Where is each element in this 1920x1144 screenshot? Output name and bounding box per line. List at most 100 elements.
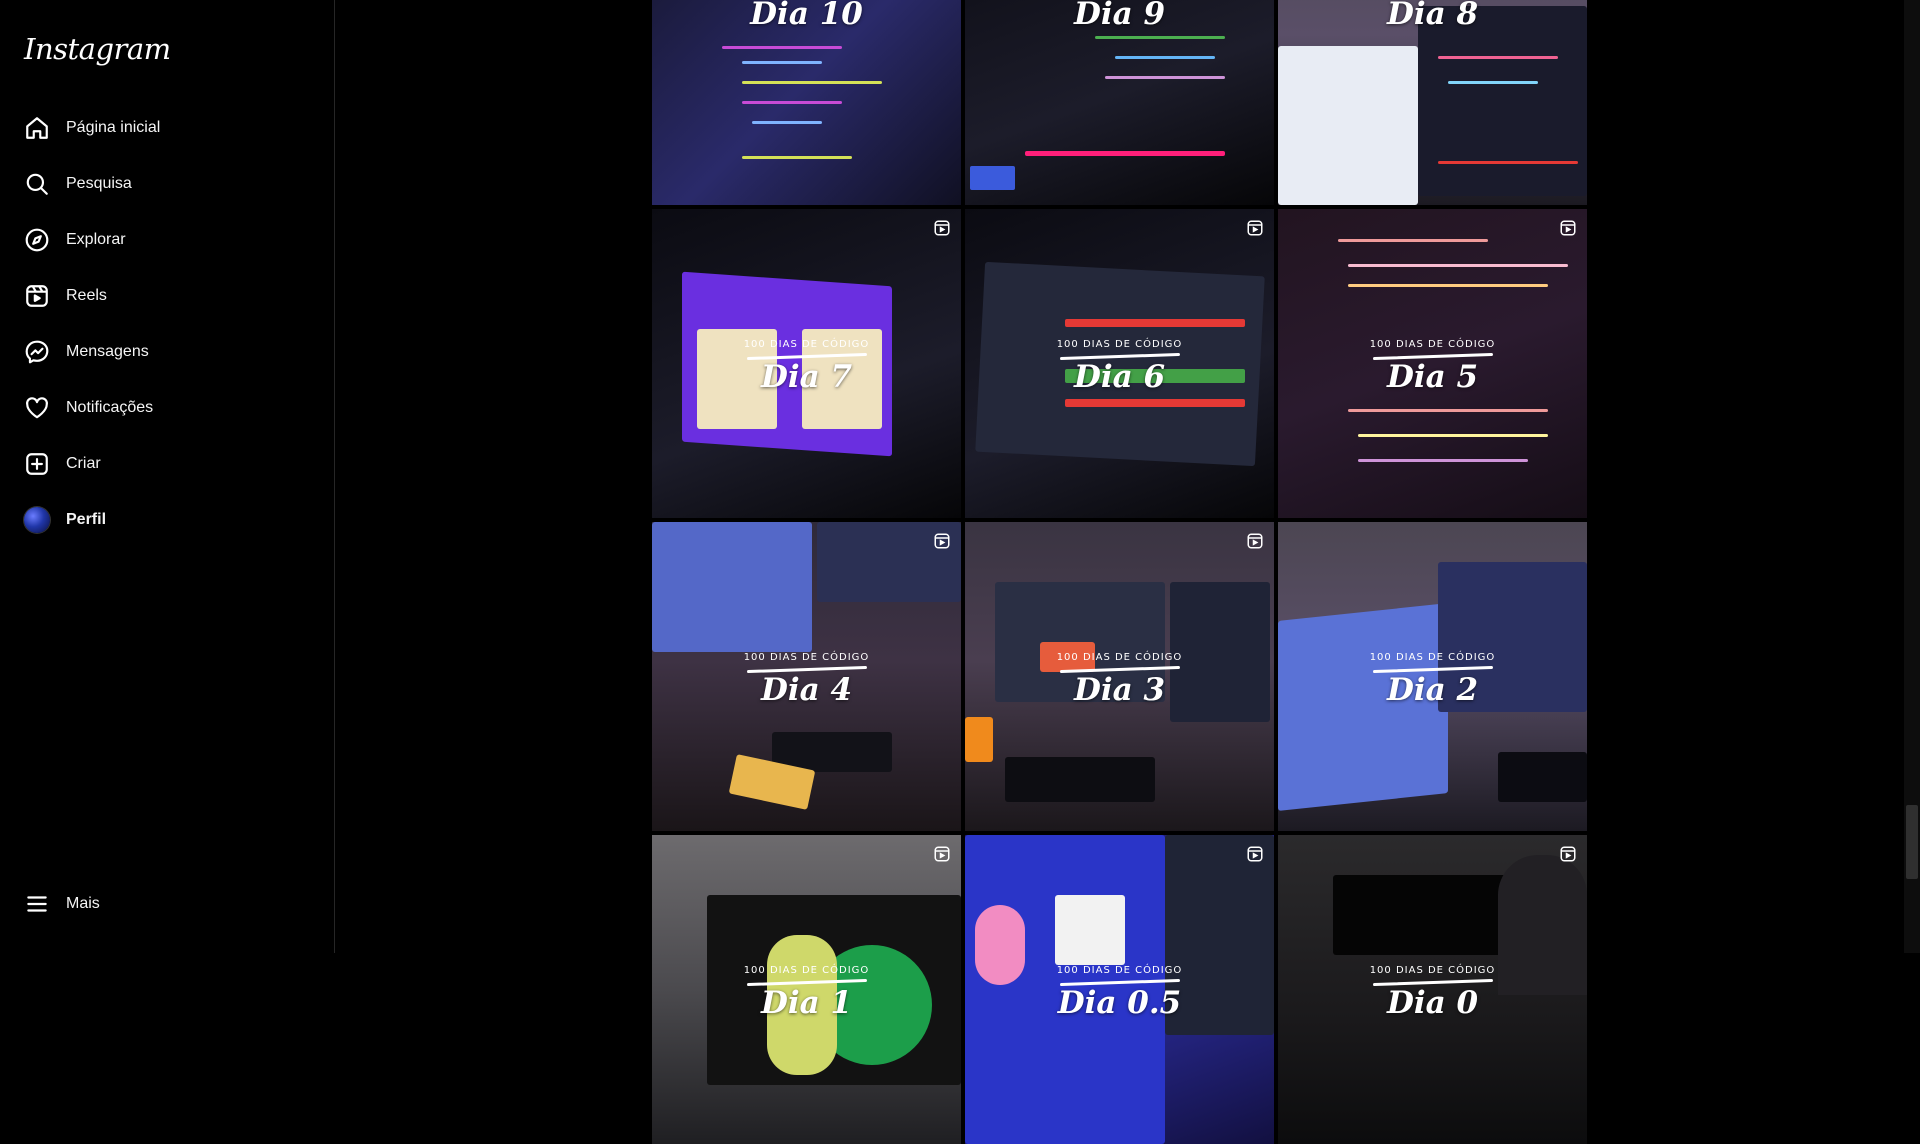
- sidebar-item-label: Reels: [66, 287, 107, 304]
- post-day-title: Dia 4: [760, 672, 853, 708]
- reels-icon: [24, 283, 50, 309]
- post-tile[interactable]: 100 DIAS DE CÓDIGO Dia 4: [652, 522, 961, 831]
- home-icon: [24, 115, 50, 141]
- keyboard-shape: [1498, 752, 1587, 802]
- post-day-title: Dia 9: [1073, 0, 1166, 32]
- code-line: [742, 61, 822, 64]
- code-line: [1438, 161, 1578, 164]
- sidebar-item-search[interactable]: Pesquisa: [12, 160, 312, 208]
- screen-panel: [1418, 6, 1587, 196]
- profile-avatar-wrap: [24, 507, 50, 533]
- code-line: [970, 166, 1015, 190]
- code-line: [1348, 284, 1548, 287]
- post-day-title: Dia 0.5: [1057, 985, 1182, 1021]
- avatar: [24, 507, 50, 533]
- sidebar-item-profile[interactable]: Perfil: [12, 496, 312, 544]
- reel-icon: [934, 220, 950, 236]
- code-line: [1065, 399, 1245, 407]
- sidebar-item-label: Explorar: [66, 231, 126, 248]
- post-tile[interactable]: 100 DIAS DE CÓDIGO Dia 2: [1278, 522, 1587, 831]
- code-line: [1065, 319, 1245, 327]
- post-day-title: Dia 1: [760, 985, 853, 1021]
- code-line: [742, 81, 882, 84]
- sidebar-item-more[interactable]: Mais: [12, 880, 312, 928]
- screen-panel: [652, 522, 812, 652]
- mug-shape: [965, 717, 993, 762]
- code-line: [1348, 409, 1548, 412]
- sidebar-item-notifications[interactable]: Notificações: [12, 384, 312, 432]
- code-line: [1348, 264, 1568, 267]
- code-line: [1338, 239, 1488, 242]
- post-day-title: Dia 7: [760, 359, 853, 395]
- sidebar-item-explore[interactable]: Explorar: [12, 216, 312, 264]
- post-overline: 100 DIAS DE CÓDIGO: [1056, 652, 1183, 663]
- code-line: [1358, 459, 1528, 462]
- post-tile[interactable]: Dia 9: [965, 0, 1274, 205]
- sidebar-item-label: Criar: [66, 455, 101, 472]
- scrollbar-thumb[interactable]: [1906, 805, 1918, 879]
- sidebar-item-label: Página inicial: [66, 119, 161, 136]
- code-line: [1438, 56, 1558, 59]
- reel-icon: [934, 533, 950, 549]
- sidebar-item-label: Pesquisa: [66, 175, 132, 192]
- code-line: [722, 46, 842, 49]
- post-overline: 100 DIAS DE CÓDIGO: [743, 652, 870, 663]
- profile-posts-grid: Dia 10 Dia 9 Dia 8 100 DIAS DE CÓDIGO Di…: [652, 0, 1587, 1144]
- post-tile[interactable]: 100 DIAS DE CÓDIGO Dia 5: [1278, 209, 1587, 518]
- post-tile[interactable]: 100 DIAS DE CÓDIGO Dia 6: [965, 209, 1274, 518]
- code-line: [752, 121, 822, 124]
- post-tile[interactable]: 100 DIAS DE CÓDIGO Dia 0.5: [965, 835, 1274, 1144]
- post-tile[interactable]: 100 DIAS DE CÓDIGO Dia 1: [652, 835, 961, 1144]
- sidebar-item-create[interactable]: Criar: [12, 440, 312, 488]
- post-overline: 100 DIAS DE CÓDIGO: [1056, 965, 1183, 976]
- code-line: [1025, 151, 1225, 156]
- post-overline: 100 DIAS DE CÓDIGO: [1369, 652, 1496, 663]
- reel-icon: [1560, 220, 1576, 236]
- post-tile[interactable]: 100 DIAS DE CÓDIGO Dia 7: [652, 209, 961, 518]
- sidebar: Instagram Página inicial Pesquisa Explor…: [0, 0, 335, 953]
- post-day-title: Dia 6: [1073, 359, 1166, 395]
- code-line: [742, 156, 852, 159]
- sidebar-item-label: Mensagens: [66, 343, 149, 360]
- reel-icon: [1247, 220, 1263, 236]
- screen-panel: [1278, 46, 1418, 205]
- code-line: [742, 101, 842, 104]
- search-icon: [24, 171, 50, 197]
- page-scrollbar[interactable]: [1904, 0, 1920, 953]
- keyboard-shape: [1005, 757, 1155, 802]
- post-tile[interactable]: Dia 10: [652, 0, 961, 205]
- post-overline: 100 DIAS DE CÓDIGO: [1369, 965, 1496, 976]
- reel-icon: [934, 846, 950, 862]
- post-day-title: Dia 5: [1386, 359, 1479, 395]
- code-line: [1448, 81, 1538, 84]
- reel-icon: [1247, 846, 1263, 862]
- compass-icon: [24, 227, 50, 253]
- instagram-logo[interactable]: Instagram: [24, 32, 171, 66]
- post-day-title: Dia 10: [750, 0, 863, 32]
- post-day-title: Dia 0: [1386, 985, 1479, 1021]
- sidebar-item-messages[interactable]: Mensagens: [12, 328, 312, 376]
- reel-icon: [1247, 533, 1263, 549]
- qr-shape: [1055, 895, 1125, 965]
- plus-square-icon: [24, 451, 50, 477]
- menu-icon: [24, 891, 50, 917]
- post-overline: 100 DIAS DE CÓDIGO: [743, 965, 870, 976]
- sidebar-item-reels[interactable]: Reels: [12, 272, 312, 320]
- code-line: [1105, 76, 1225, 79]
- post-day-title: Dia 3: [1073, 672, 1166, 708]
- post-tile[interactable]: 100 DIAS DE CÓDIGO Dia 3: [965, 522, 1274, 831]
- reel-icon: [1560, 846, 1576, 862]
- messenger-icon: [24, 339, 50, 365]
- post-day-title: Dia 2: [1386, 672, 1479, 708]
- post-overline: 100 DIAS DE CÓDIGO: [743, 339, 870, 350]
- post-tile[interactable]: 100 DIAS DE CÓDIGO Dia 0: [1278, 835, 1587, 1144]
- sidebar-item-home[interactable]: Página inicial: [12, 104, 312, 152]
- post-day-title: Dia 8: [1386, 0, 1479, 32]
- sidebar-item-label: Perfil: [66, 511, 107, 528]
- code-line: [1095, 36, 1225, 39]
- code-line: [1115, 56, 1215, 59]
- post-tile[interactable]: Dia 8: [1278, 0, 1587, 205]
- sidebar-item-label: Notificações: [66, 399, 154, 416]
- sidebar-item-label: Mais: [66, 895, 100, 912]
- post-overline: 100 DIAS DE CÓDIGO: [1056, 339, 1183, 350]
